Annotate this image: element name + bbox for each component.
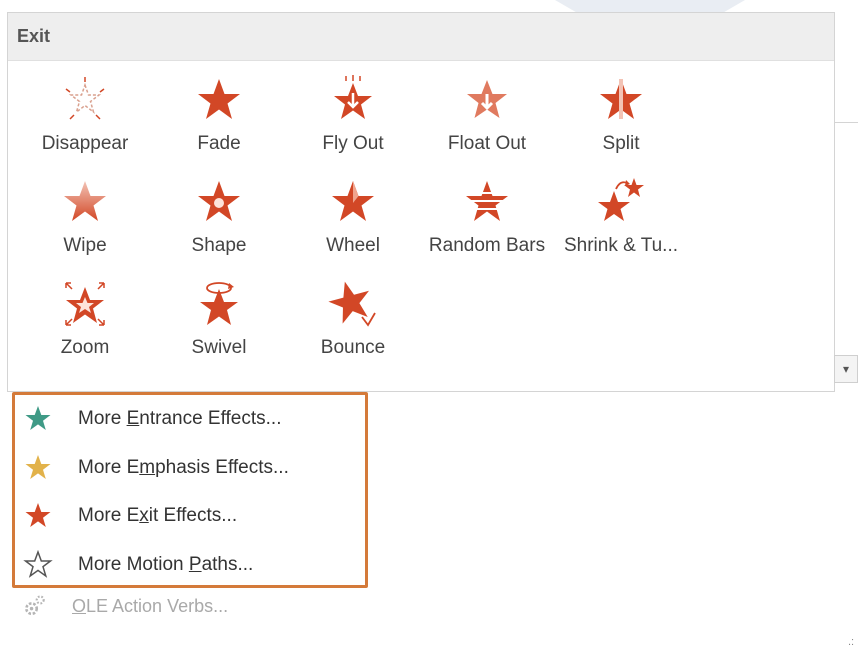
entrance-star-icon <box>25 406 51 430</box>
effect-float-out[interactable]: Float Out <box>420 71 554 173</box>
shape-star-icon <box>198 181 240 221</box>
effect-wheel[interactable]: Wheel <box>286 173 420 275</box>
more-motion-paths[interactable]: More Motion Paths... <box>23 547 253 583</box>
exit-effects-gallery: Exit Disappear Fade Fly Out Float Out Sp… <box>7 12 835 392</box>
fly-out-star-icon <box>334 75 372 119</box>
zoom-star-icon <box>65 282 105 326</box>
more-entrance-effects[interactable]: More Entrance Effects... <box>23 401 282 437</box>
shrink-turn-star-icon <box>598 178 644 221</box>
effect-shrink-turn[interactable]: Shrink & Tu... <box>554 173 688 275</box>
split-star-icon <box>600 79 642 119</box>
effect-label: Fly Out <box>322 133 384 154</box>
effects-grid: Disappear Fade Fly Out Float Out Split W… <box>18 71 688 377</box>
effect-bounce[interactable]: Bounce <box>286 275 420 377</box>
effect-zoom[interactable]: Zoom <box>18 275 152 377</box>
section-header: Exit <box>8 13 834 61</box>
effect-label: Fade <box>197 133 241 154</box>
effect-split[interactable]: Split <box>554 71 688 173</box>
section-title: Exit <box>17 26 51 46</box>
resize-grip-icon[interactable]: .: <box>848 636 854 648</box>
more-exit-effects[interactable]: More Exit Effects... <box>23 498 237 534</box>
fade-star-icon <box>198 79 240 119</box>
effect-swivel[interactable]: Swivel <box>152 275 286 377</box>
effect-label: Random Bars <box>428 235 546 256</box>
effect-label: Bounce <box>320 337 386 358</box>
ole-action-verbs: OLE Action Verbs... <box>22 593 228 619</box>
effect-label: Zoom <box>60 337 110 358</box>
disappear-star-icon <box>65 77 105 120</box>
effect-label: Shrink & Tu... <box>563 235 679 256</box>
effect-wipe[interactable]: Wipe <box>18 173 152 275</box>
effect-fade[interactable]: Fade <box>152 71 286 173</box>
bounce-star-icon <box>328 281 376 327</box>
gears-icon <box>25 595 45 616</box>
effect-label: Float Out <box>447 133 527 154</box>
effect-label: Wipe <box>63 235 107 256</box>
effect-fly-out[interactable]: Fly Out <box>286 71 420 173</box>
more-effects-menu: More Entrance Effects... More Emphasis E… <box>12 392 368 588</box>
random-bars-star-icon <box>464 181 510 221</box>
effect-random-bars[interactable]: Random Bars <box>420 173 554 275</box>
effect-label: Disappear <box>41 133 129 154</box>
scroll-down-button[interactable]: ▾ <box>834 355 858 383</box>
exit-star-icon <box>25 503 51 527</box>
effect-shape[interactable]: Shape <box>152 173 286 275</box>
swivel-star-icon <box>200 282 238 325</box>
more-emphasis-effects[interactable]: More Emphasis Effects... <box>23 450 289 486</box>
float-out-star-icon <box>467 80 507 118</box>
emphasis-star-icon <box>25 455 51 479</box>
effect-label: Shape <box>191 235 247 256</box>
effect-label: Swivel <box>191 337 247 358</box>
gallery-scrollbar[interactable] <box>834 12 858 392</box>
effect-label: Wheel <box>326 235 380 256</box>
effect-label: Split <box>602 133 640 154</box>
chevron-down-icon: ▾ <box>842 362 850 376</box>
wipe-star-icon <box>64 181 106 221</box>
wheel-star-icon <box>332 181 374 221</box>
motion-path-star-icon <box>23 550 53 578</box>
effect-disappear[interactable]: Disappear <box>18 71 152 173</box>
